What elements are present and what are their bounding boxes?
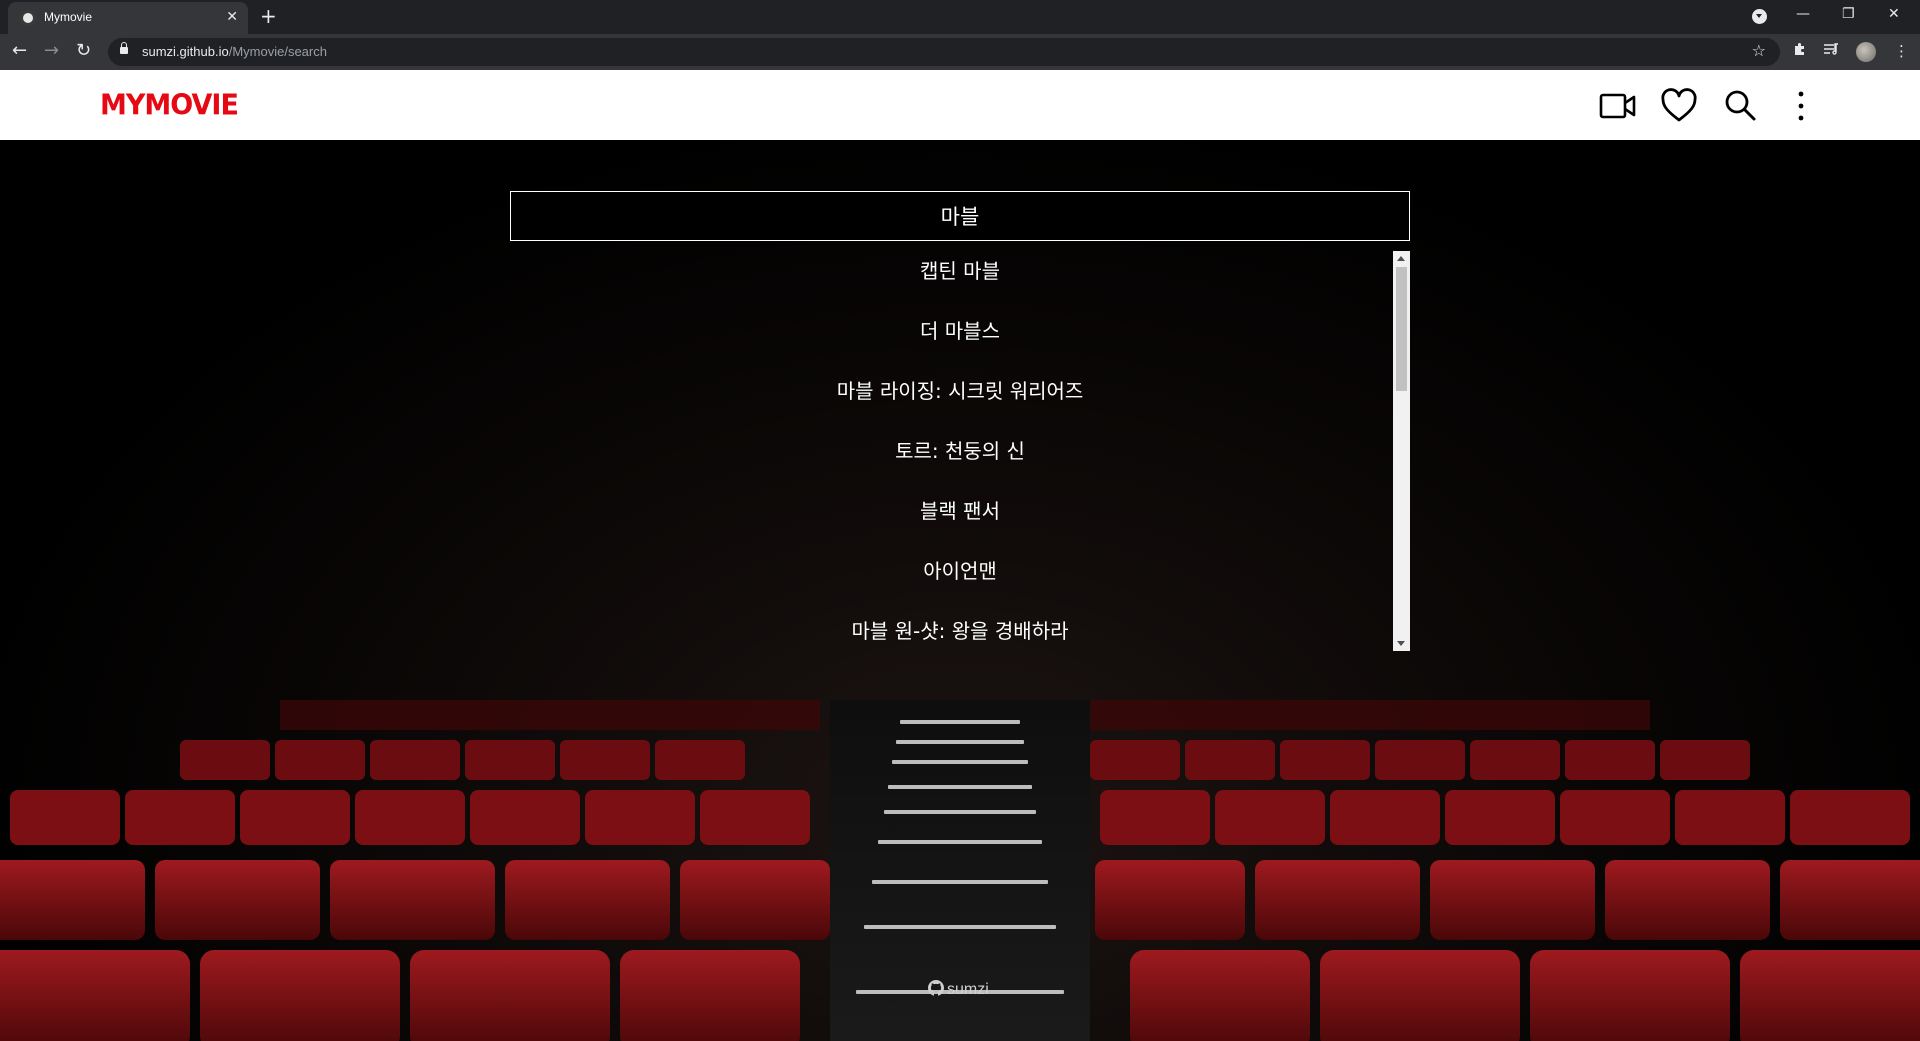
search-box[interactable] bbox=[510, 191, 1410, 241]
restore-button[interactable]: ❐ bbox=[1842, 3, 1855, 25]
tab-close-icon[interactable]: ✕ bbox=[226, 9, 238, 25]
search-input[interactable] bbox=[511, 192, 1409, 240]
search-icon[interactable] bbox=[1720, 86, 1760, 126]
extensions-puzzle-icon[interactable] bbox=[1792, 41, 1808, 62]
tab-search-icon[interactable] bbox=[1752, 9, 1767, 24]
site-header: MYMOVIE bbox=[0, 70, 1920, 140]
search-result-item[interactable]: 마블 라이징: 시크릿 워리어즈 bbox=[510, 371, 1410, 431]
url-text: sumzi.github.io/Mymovie/search bbox=[142, 44, 327, 59]
reload-icon[interactable]: ↻ bbox=[76, 40, 91, 62]
favicon-icon bbox=[20, 10, 36, 26]
profile-avatar[interactable] bbox=[1856, 42, 1876, 62]
address-bar[interactable]: sumzi.github.io/Mymovie/search ☆ bbox=[108, 38, 1780, 66]
lock-icon bbox=[120, 42, 128, 54]
back-arrow-icon[interactable]: ← bbox=[12, 40, 27, 62]
scroll-up-arrow-icon[interactable] bbox=[1397, 256, 1405, 261]
heart-icon[interactable] bbox=[1659, 86, 1699, 126]
footer-credit-text: sumzi bbox=[947, 981, 989, 998]
bookmark-star-icon[interactable]: ☆ bbox=[1752, 41, 1766, 61]
scroll-down-arrow-icon[interactable] bbox=[1397, 641, 1405, 646]
search-result-item[interactable]: 더 마블스 bbox=[510, 311, 1410, 371]
reading-list-icon[interactable] bbox=[1822, 41, 1840, 62]
github-icon bbox=[928, 980, 944, 996]
search-results-list: 캡틴 마블 더 마블스 마블 라이징: 시크릿 워리어즈 토르: 천둥의 신 블… bbox=[510, 251, 1410, 651]
browser-tab-strip: Mymovie ✕ + — ❐ ✕ bbox=[0, 0, 1920, 34]
search-result-item[interactable]: 마블 원-샷: 왕을 경배하라 bbox=[510, 611, 1410, 671]
video-camera-icon[interactable] bbox=[1598, 86, 1638, 126]
scroll-thumb[interactable] bbox=[1396, 267, 1407, 391]
browser-toolbar: ← → ↻ sumzi.github.io/Mymovie/search ☆ ⋮ bbox=[0, 34, 1920, 70]
footer-credit[interactable]: sumzi bbox=[928, 980, 989, 999]
chrome-menu-icon[interactable]: ⋮ bbox=[1894, 41, 1909, 61]
search-result-item[interactable]: 토르: 천둥의 신 bbox=[510, 431, 1410, 491]
more-vertical-icon[interactable] bbox=[1781, 86, 1821, 126]
minimize-button[interactable]: — bbox=[1796, 3, 1810, 25]
search-result-item[interactable]: 캡틴 마블 bbox=[510, 251, 1410, 311]
search-result-item[interactable]: 블랙 팬서 bbox=[510, 491, 1410, 551]
site-logo[interactable]: MYMOVIE bbox=[100, 89, 239, 122]
results-scrollbar[interactable] bbox=[1393, 251, 1410, 651]
new-tab-button[interactable]: + bbox=[260, 5, 277, 27]
browser-tab[interactable]: Mymovie ✕ bbox=[8, 2, 248, 34]
search-result-item[interactable]: 아이언맨 bbox=[510, 551, 1410, 611]
tab-title: Mymovie bbox=[44, 10, 93, 24]
forward-arrow-icon[interactable]: → bbox=[44, 40, 59, 62]
close-window-button[interactable]: ✕ bbox=[1888, 3, 1900, 25]
